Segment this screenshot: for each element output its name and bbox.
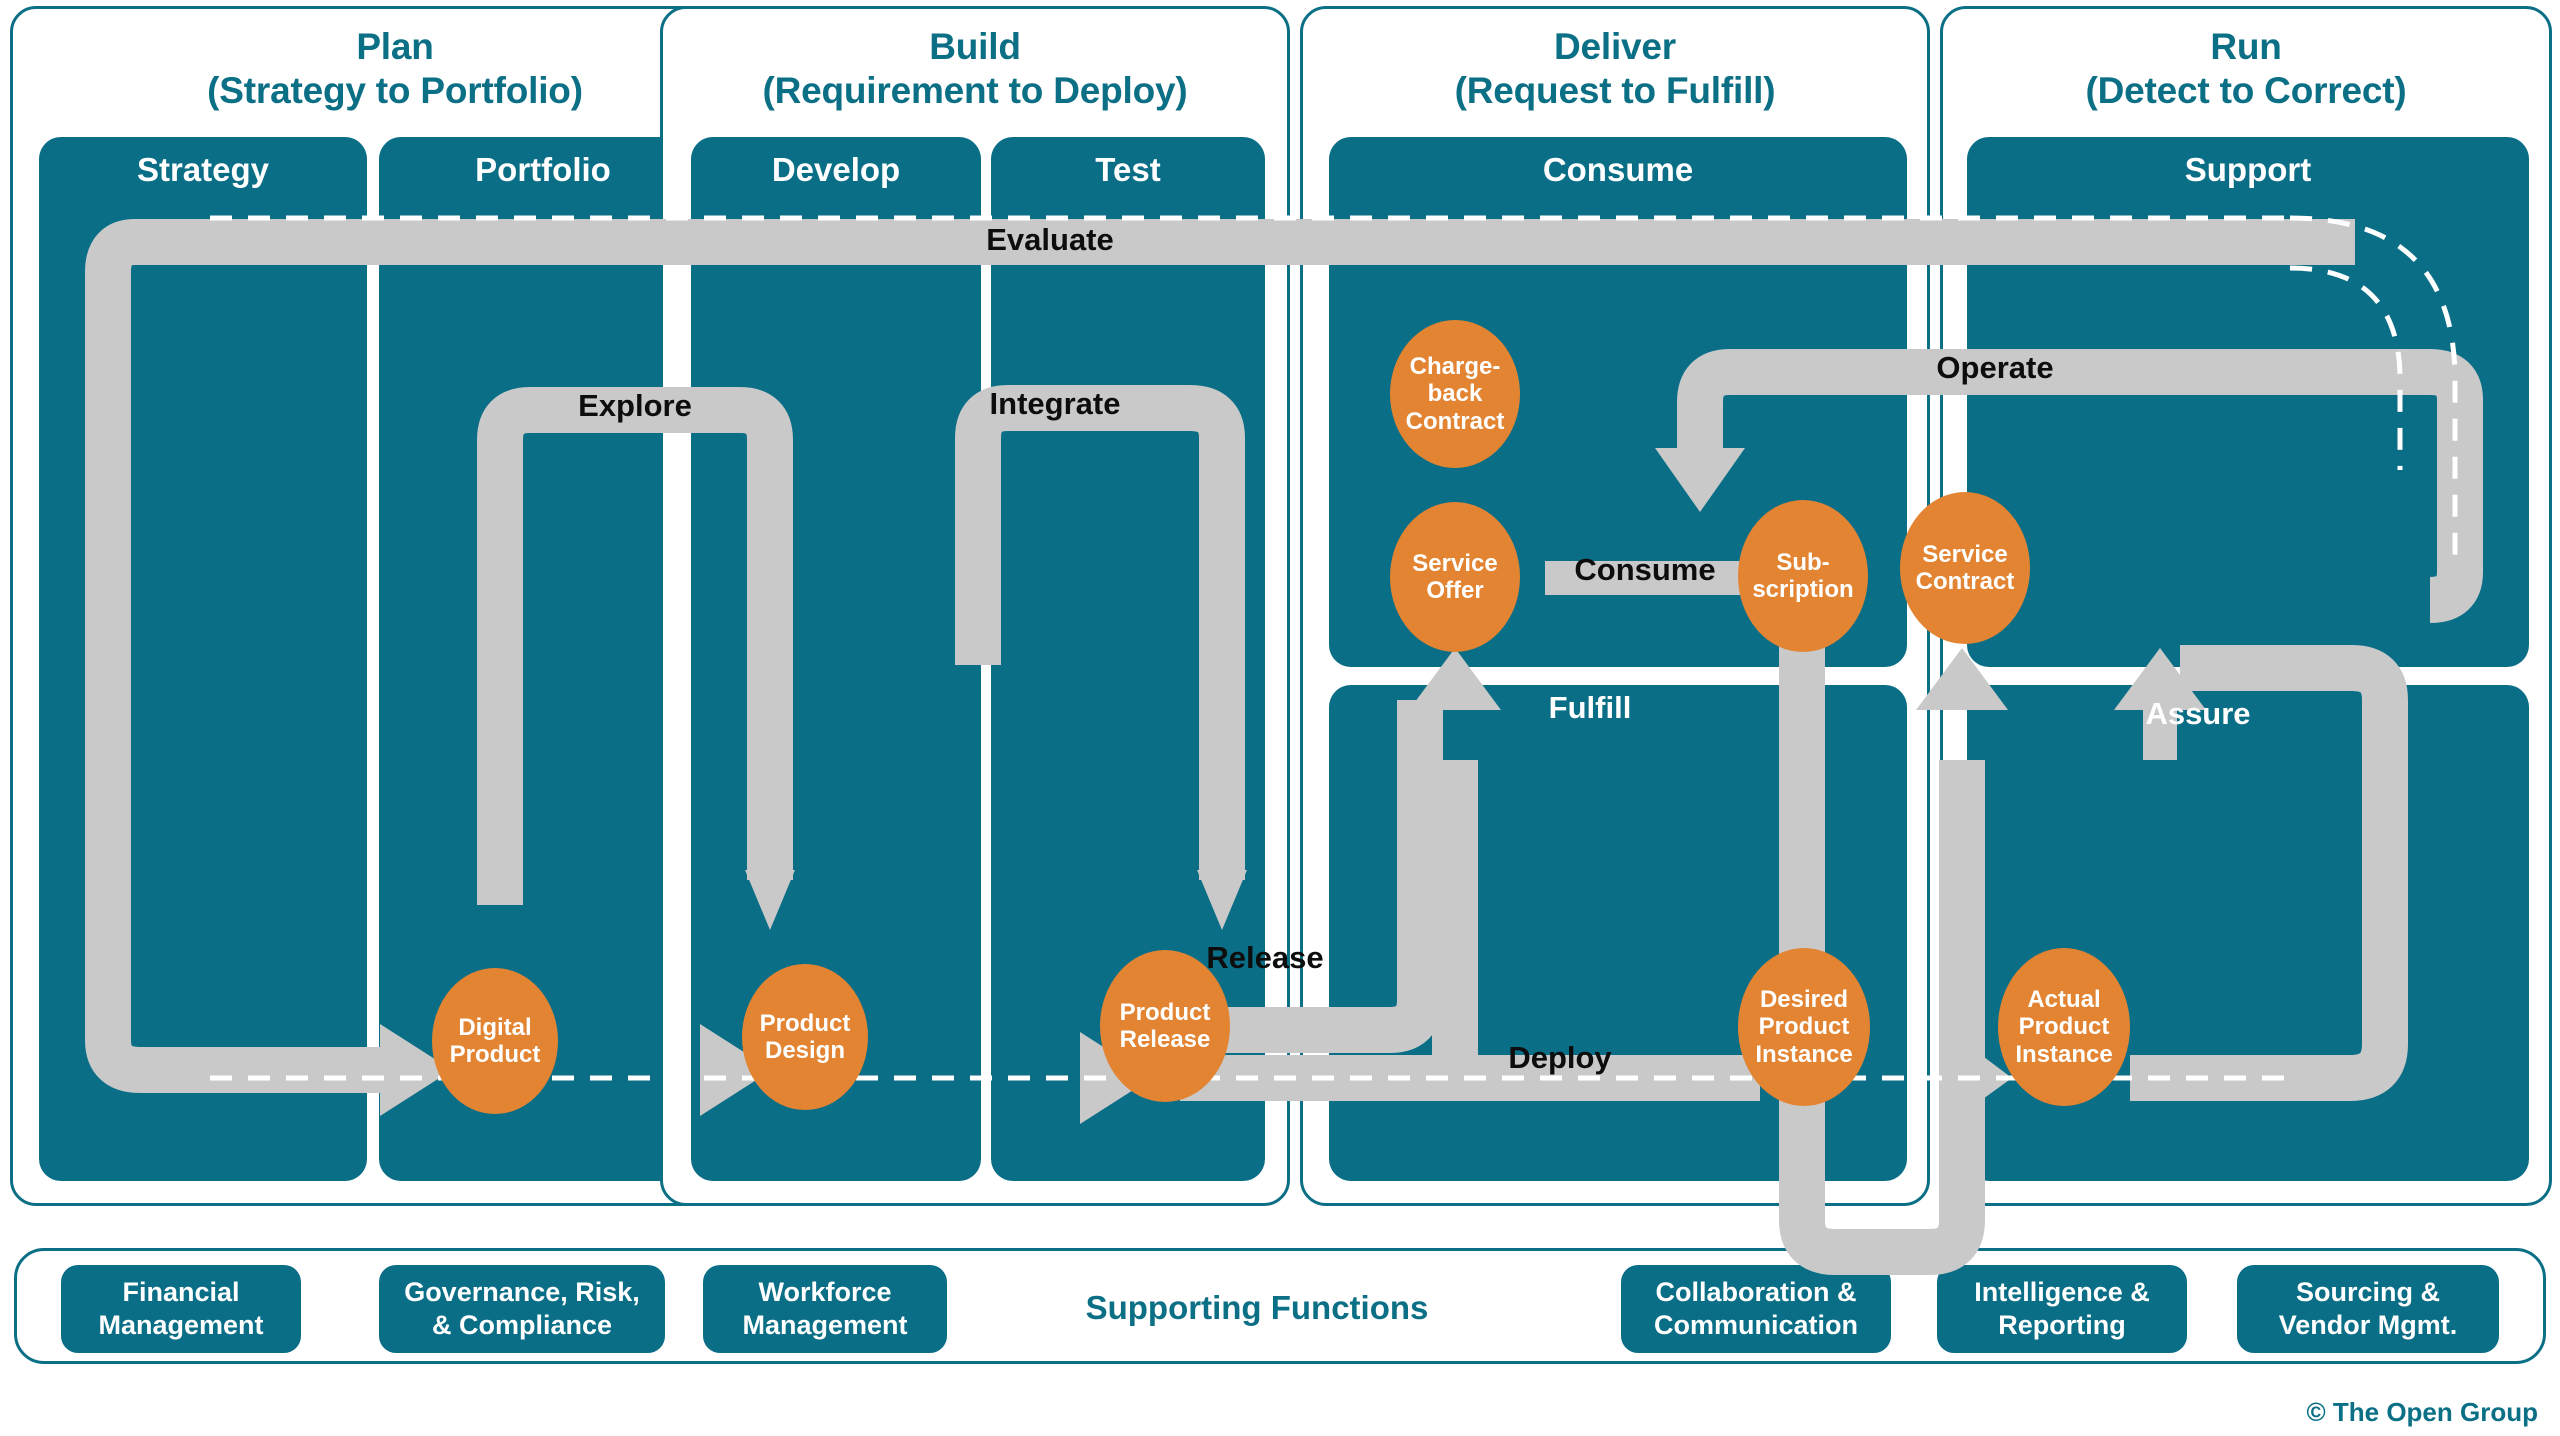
arrowhead-service-contract-up <box>1916 648 2008 710</box>
flow-path-explore <box>477 387 793 905</box>
node-desired-product-instance-line-1: Desired <box>1759 985 1849 1013</box>
node-service-offer-line-1: Service <box>1412 549 1498 577</box>
flow-label-release: Release <box>1206 940 1324 975</box>
flow-label-assure: Assure <box>2145 696 2251 731</box>
arrowhead-explore-to-product-design <box>745 870 795 930</box>
node-chargeback-contract-line-2: back <box>1427 380 1483 408</box>
node-chargeback-contract[interactable]: Charge- back Contract <box>1390 320 1520 468</box>
flow-path-integrate <box>955 385 1245 880</box>
node-desired-product-instance-line-3: Instance <box>1755 1040 1853 1068</box>
arrowhead-integrate-to-product-release <box>1197 870 1247 930</box>
node-actual-product-instance-line-3: Instance <box>2015 1040 2113 1068</box>
node-service-offer-line-2: Offer <box>1426 577 1484 604</box>
node-chargeback-contract-line-1: Charge- <box>1409 352 1501 380</box>
node-product-design[interactable]: Product Design <box>742 964 868 1110</box>
node-service-contract[interactable]: Service Contract <box>1900 492 2030 644</box>
arrowhead-operate-down <box>1655 448 1745 512</box>
arrowhead-fulfill-up <box>1409 648 1501 710</box>
node-service-contract-line-2: Contract <box>1915 568 2015 595</box>
flow-label-fulfill: Fulfill <box>1548 690 1632 725</box>
node-digital-product[interactable]: Digital Product <box>432 968 558 1114</box>
node-product-design-line-2: Design <box>764 1037 845 1064</box>
node-subscription-line-1: Sub- <box>1776 548 1830 576</box>
node-chargeback-contract-line-3: Contract <box>1405 407 1505 435</box>
flow-label-integrate: Integrate <box>989 386 1121 421</box>
node-digital-product-line-1: Digital <box>458 1013 532 1041</box>
flow-label-consume: Consume <box>1574 552 1716 587</box>
node-product-design-line-1: Product <box>759 1009 851 1037</box>
node-digital-product-line-2: Product <box>449 1041 541 1068</box>
node-service-offer[interactable]: Service Offer <box>1390 502 1520 652</box>
node-service-contract-line-1: Service <box>1922 540 2008 568</box>
itil4-it4it-value-stream-diagram: Plan (Strategy to Portfolio) Strategy Po… <box>0 0 2560 1436</box>
flow-label-deploy: Deploy <box>1508 1040 1612 1075</box>
node-actual-product-instance-line-1: Actual <box>2027 985 2101 1013</box>
flow-label-evaluate: Evaluate <box>986 222 1114 257</box>
node-subscription[interactable]: Sub- scription <box>1738 500 1868 652</box>
flow-path-fulfill-subscription <box>1779 620 1985 1275</box>
flow-label-operate: Operate <box>1936 350 2054 385</box>
flow-label-explore: Explore <box>578 388 692 423</box>
node-subscription-line-2: scription <box>1752 576 1854 603</box>
node-actual-product-instance[interactable]: Actual Product Instance <box>1998 948 2130 1106</box>
node-desired-product-instance-line-2: Product <box>1758 1013 1850 1041</box>
node-product-release-line-2: Release <box>1119 1026 1211 1053</box>
node-desired-product-instance[interactable]: Desired Product Instance <box>1738 948 1870 1106</box>
node-product-release-line-1: Product <box>1119 998 1211 1026</box>
node-actual-product-instance-line-2: Product <box>2018 1013 2110 1041</box>
